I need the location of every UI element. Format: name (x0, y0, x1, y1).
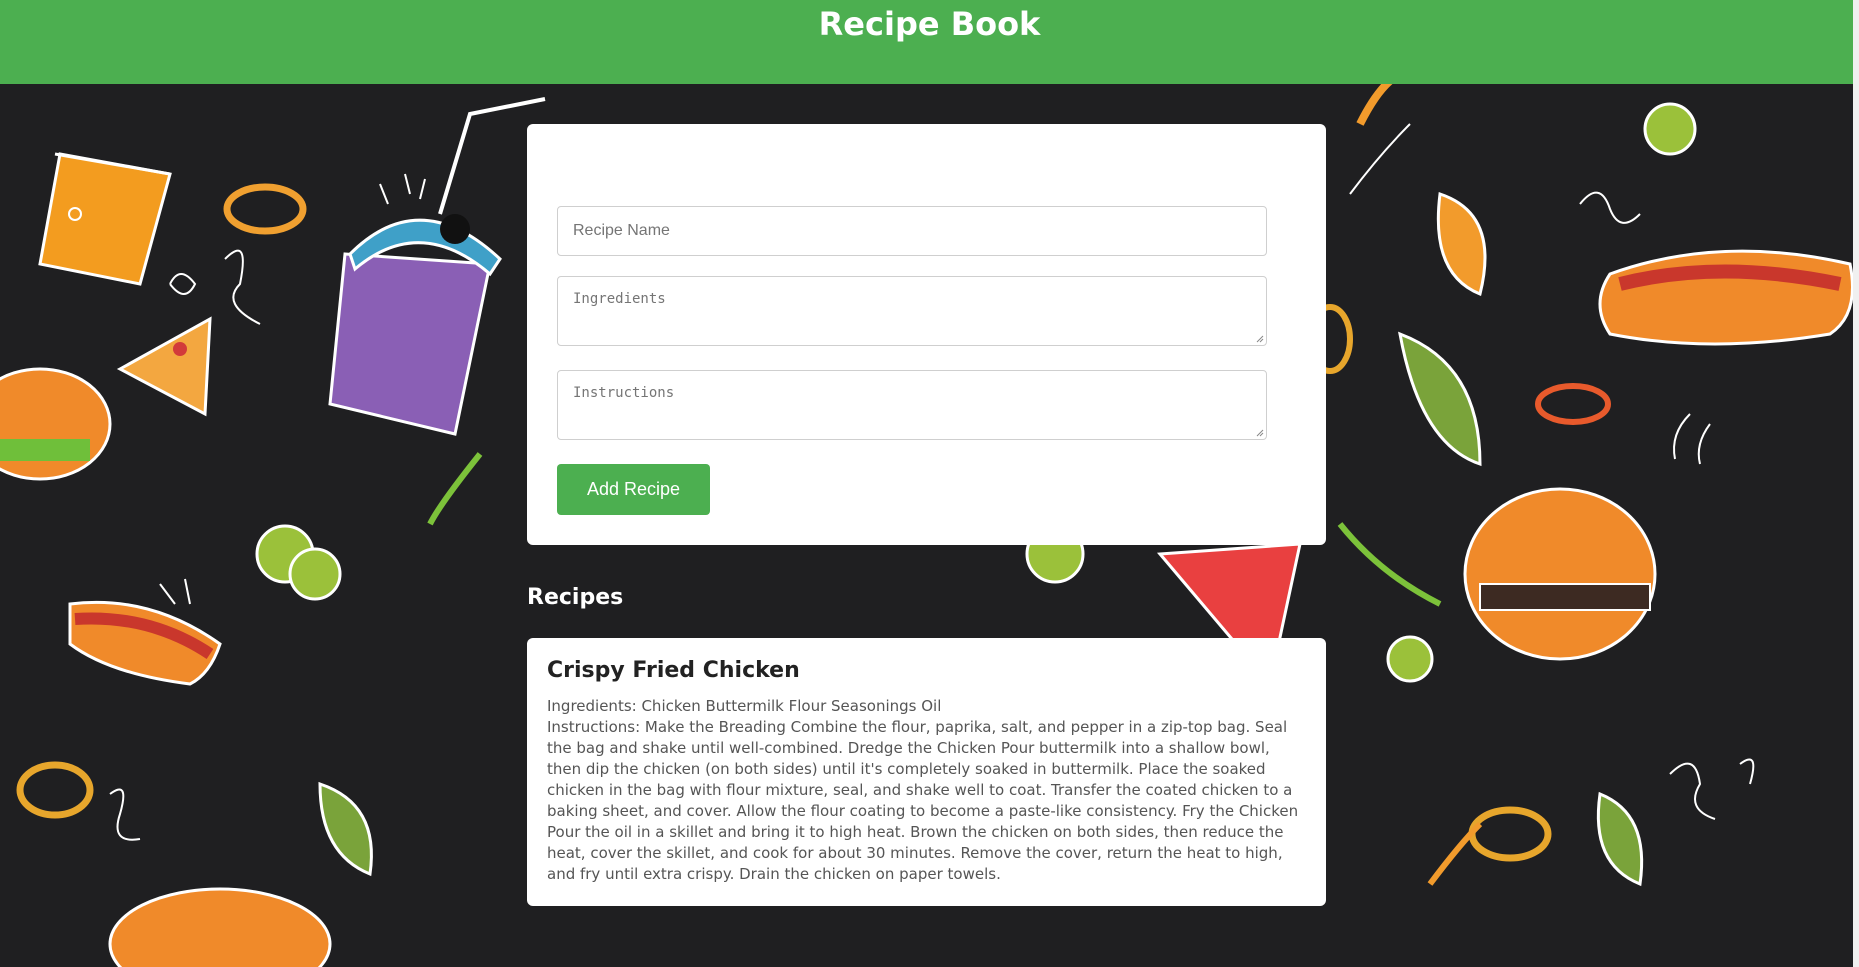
page-title: Recipe Book (818, 5, 1041, 43)
ingredients-placeholder: Ingredients (573, 291, 666, 307)
recipe-instructions: Instructions: Make the Breading Combine … (547, 718, 1299, 883)
instructions-placeholder: Instructions (573, 385, 675, 401)
recipe-name-input[interactable]: Recipe Name (557, 206, 1267, 256)
app-header: Recipe Book (0, 0, 1859, 84)
instructions-textarea[interactable]: Instructions (557, 370, 1267, 440)
drink-icon (38, 152, 172, 286)
recipe-card: Crispy Fried Chicken Ingredients: Chicke… (527, 638, 1326, 906)
ingredients-textarea[interactable]: Ingredients (557, 276, 1267, 346)
add-recipe-button[interactable]: Add Recipe (557, 464, 710, 515)
drink-icon (328, 97, 546, 436)
recipes-heading: Recipes (527, 585, 624, 610)
recipe-ingredients: Ingredients: Chicken Buttermilk Flour Se… (547, 697, 942, 715)
recipe-name: Crispy Fried Chicken (547, 658, 800, 683)
recipe-form-card: Recipe Name Ingredients Instructions Add… (527, 124, 1326, 545)
resize-handle-icon[interactable] (1256, 335, 1264, 343)
resize-handle-icon[interactable] (1256, 429, 1264, 437)
page-scrollbar[interactable] (1853, 0, 1859, 967)
